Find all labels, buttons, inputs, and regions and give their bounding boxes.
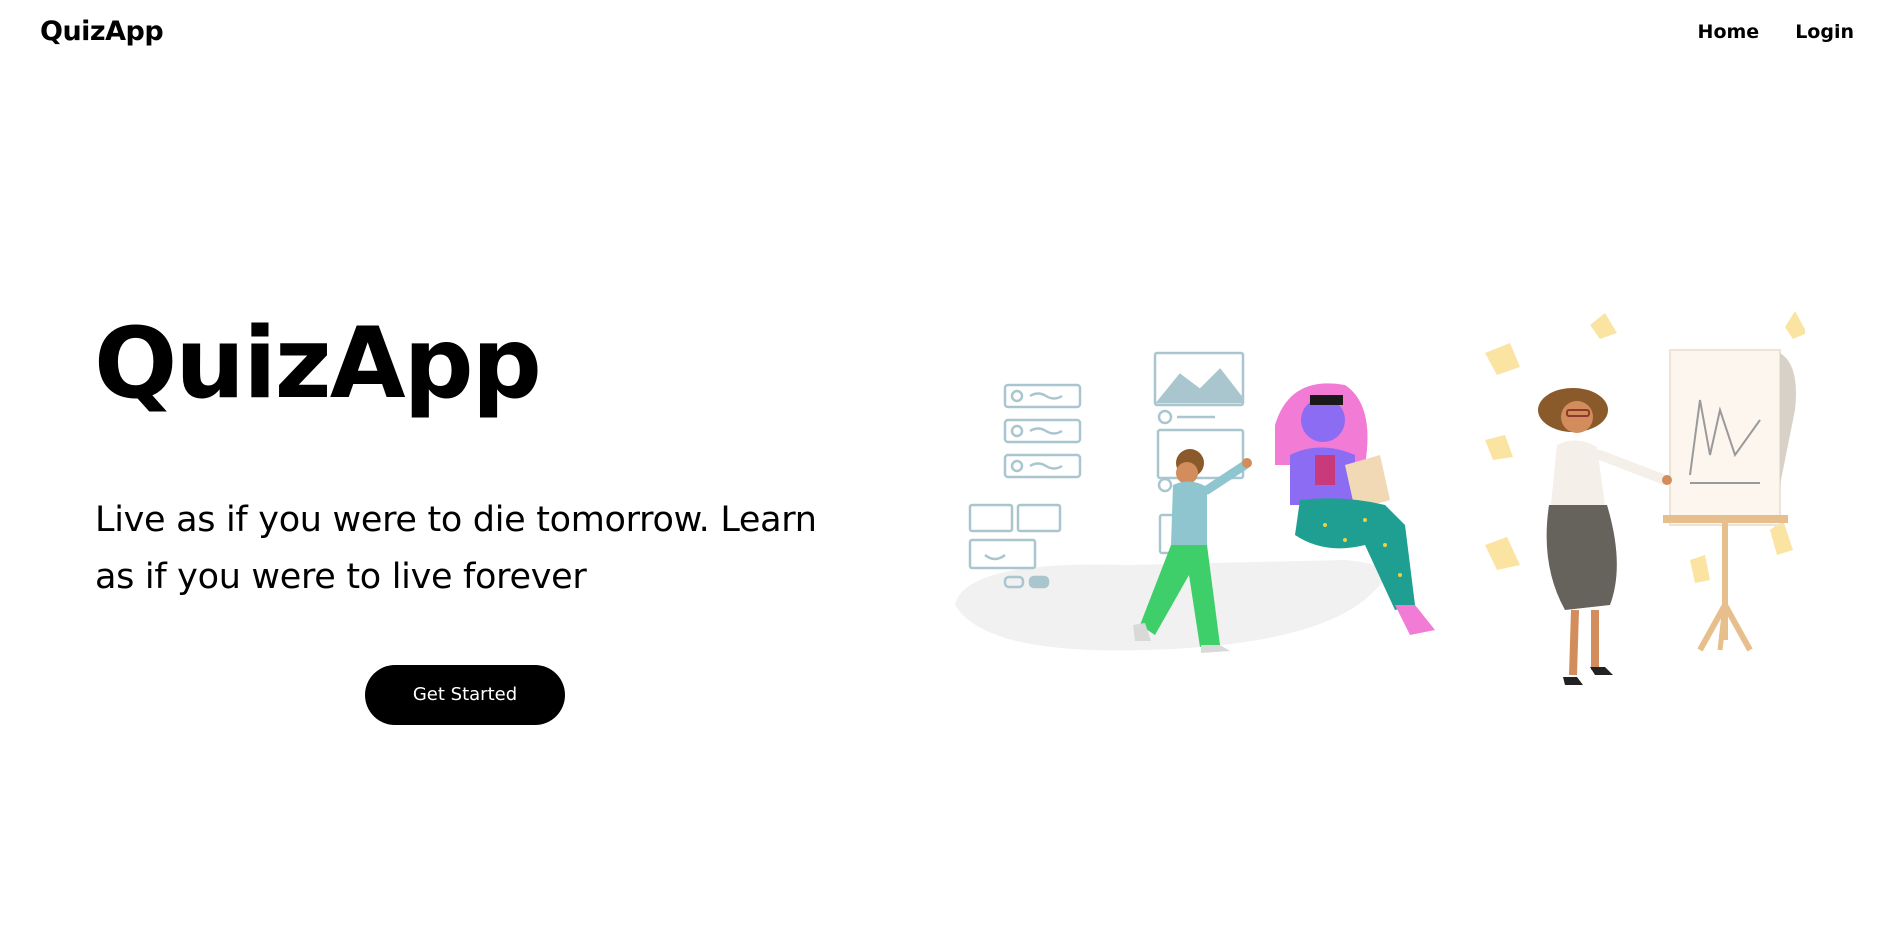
navbar: QuizApp Home Login bbox=[0, 0, 1900, 66]
easel bbox=[1663, 349, 1796, 652]
presenter-woman bbox=[1538, 388, 1672, 685]
wireframe-cards bbox=[968, 383, 1082, 589]
brand-logo[interactable]: QuizApp bbox=[40, 14, 164, 50]
nav-link-home[interactable]: Home bbox=[1698, 20, 1760, 44]
people-presenting-illustration bbox=[955, 311, 1805, 685]
get-started-button[interactable]: Get Started bbox=[365, 665, 565, 725]
nav-links: Home Login bbox=[1698, 20, 1854, 44]
hero-title: QuizApp bbox=[94, 307, 542, 421]
hero-quote: Live as if you were to die tomorrow. Lea… bbox=[95, 500, 817, 597]
nav-link-login[interactable]: Login bbox=[1795, 20, 1854, 44]
